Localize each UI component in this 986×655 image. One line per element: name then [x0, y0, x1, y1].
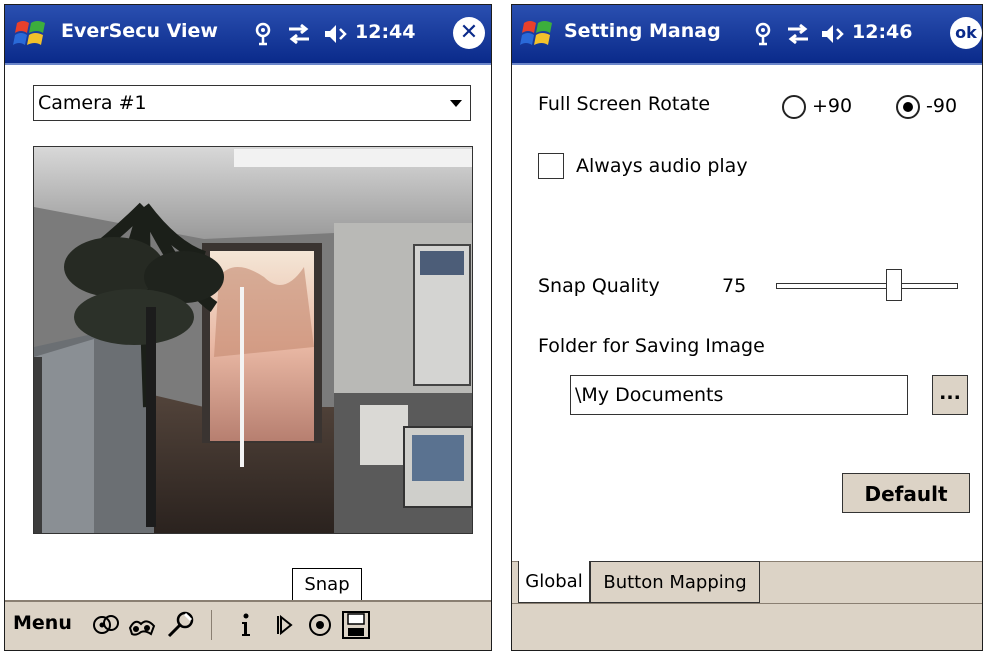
folder-label: Folder for Saving Image: [538, 335, 765, 357]
app-title: EverSecu View: [61, 20, 218, 42]
rotate-minus90-label[interactable]: -90: [926, 95, 957, 117]
cameras-icon[interactable]: [91, 610, 121, 640]
info-icon[interactable]: [231, 610, 261, 640]
radio-selected-dot: [903, 102, 913, 112]
browse-folder-button[interactable]: ...: [932, 375, 968, 415]
sync-arrows-icon[interactable]: [785, 22, 811, 46]
windows-start-icon[interactable]: [520, 17, 556, 51]
default-button[interactable]: Default: [842, 473, 970, 513]
menu-button[interactable]: Menu: [13, 612, 72, 634]
wrench-icon[interactable]: [165, 610, 195, 640]
close-button[interactable]: ✕: [453, 17, 485, 49]
save-icon[interactable]: [341, 610, 371, 640]
bottom-menu-bar: [512, 603, 982, 650]
ok-button[interactable]: ok: [950, 17, 982, 49]
tab-global[interactable]: Global: [518, 561, 590, 603]
always-audio-play-label[interactable]: Always audio play: [576, 155, 748, 177]
speaker-icon[interactable]: [323, 22, 349, 46]
eversecu-view-window: EverSecu View 12:44 ✕ Camera #1 Snap Men…: [4, 4, 492, 651]
bottom-menu-bar: Menu: [5, 600, 491, 650]
settings-tabs: Global Button Mapping: [512, 561, 982, 606]
app-title: Setting Manag: [564, 20, 721, 42]
tab-button-mapping[interactable]: Button Mapping: [590, 561, 760, 603]
always-audio-play-checkbox[interactable]: [538, 153, 564, 179]
snap-quality-label: Snap Quality: [538, 275, 660, 297]
status-clock[interactable]: 12:46: [852, 21, 912, 43]
camera-live-view[interactable]: [33, 146, 473, 534]
rotate-plus90-radio[interactable]: [782, 95, 806, 119]
camera-select-value: Camera #1: [38, 92, 147, 114]
speaker-icon[interactable]: [820, 22, 846, 46]
title-bar: EverSecu View 12:44 ✕: [5, 5, 491, 65]
snap-tooltip: Snap: [292, 568, 362, 602]
setting-manager-window: Setting Manag 12:46 ok Full Screen Rotat…: [511, 4, 983, 651]
slider-thumb[interactable]: [885, 269, 902, 301]
play-icon[interactable]: [269, 610, 299, 640]
rotate-plus90-label[interactable]: +90: [812, 95, 852, 117]
title-bar: Setting Manag 12:46 ok: [512, 5, 982, 65]
toolbar-separator: [211, 610, 212, 640]
record-icon[interactable]: [305, 610, 335, 640]
camera-select[interactable]: Camera #1: [33, 85, 471, 121]
rotate-minus90-radio[interactable]: [896, 95, 920, 119]
snap-quality-value: 75: [722, 275, 747, 297]
camera-image: [34, 147, 472, 533]
snap-quality-slider[interactable]: [776, 283, 958, 289]
binoculars-icon[interactable]: [127, 610, 157, 640]
full-screen-rotate-label: Full Screen Rotate: [538, 93, 711, 115]
status-clock[interactable]: 12:44: [355, 21, 415, 43]
chevron-down-icon[interactable]: [450, 100, 462, 107]
folder-path-input[interactable]: [570, 375, 908, 415]
windows-start-icon[interactable]: [13, 17, 49, 51]
connectivity-icon[interactable]: [252, 22, 274, 46]
connectivity-icon[interactable]: [752, 22, 774, 46]
sync-arrows-icon[interactable]: [286, 22, 312, 46]
